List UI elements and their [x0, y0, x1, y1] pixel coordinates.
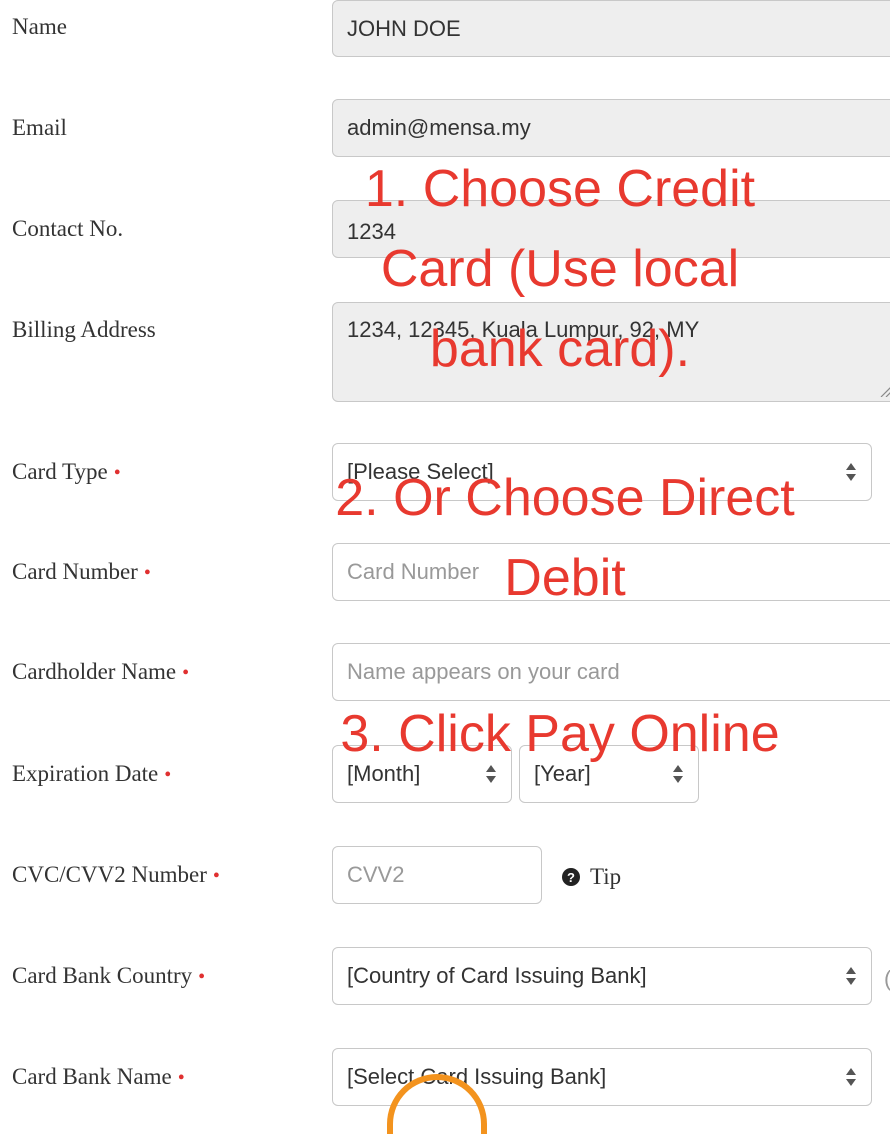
required-indicator: • [212, 865, 220, 887]
required-indicator: • [143, 562, 151, 584]
email-value: admin@mensa.my [347, 115, 531, 140]
bank-country-selected: [Country of Card Issuing Bank] [347, 963, 647, 988]
label-billing-address: Billing Address [12, 317, 156, 342]
select-arrows-icon [846, 1068, 856, 1086]
annotation-step2-line2: Debit [504, 549, 626, 607]
label-text: Cardholder Name [12, 659, 177, 684]
tip-label: Tip [590, 864, 622, 889]
required-indicator: • [113, 462, 121, 484]
required-indicator: • [164, 764, 172, 786]
cut-off-indicator: ( [884, 966, 890, 992]
label-email: Email [12, 115, 67, 140]
select-arrows-icon [486, 765, 496, 783]
label-text: CVC/CVV2 Number [12, 862, 207, 887]
label-name: Name [12, 14, 67, 39]
label-cardholder-name: Cardholder Name • [12, 659, 189, 685]
label-card-bank-country: Card Bank Country • [12, 963, 205, 989]
required-indicator: • [198, 966, 206, 988]
cardholder-name-input[interactable]: Name appears on your card [332, 643, 890, 701]
label-cvv: CVC/CVV2 Number • [12, 862, 220, 888]
card-bank-country-select[interactable]: [Country of Card Issuing Bank] [332, 947, 872, 1005]
cvv-placeholder: CVV2 [347, 862, 405, 887]
annotation-step1-line1: 1. Choose Credit [364, 160, 756, 218]
select-arrows-icon [846, 967, 856, 985]
annotation-step1-line3: bank card). [429, 320, 691, 378]
label-contact: Contact No. [12, 216, 124, 241]
cardholder-placeholder: Name appears on your card [347, 659, 620, 684]
label-text: Card Bank Country [12, 963, 193, 988]
required-indicator: • [182, 662, 190, 684]
email-field[interactable]: admin@mensa.my [332, 99, 890, 157]
name-field[interactable]: JOHN DOE [332, 0, 890, 57]
cvv-input[interactable]: CVV2 [332, 846, 542, 904]
label-card-type: Card Type • [12, 459, 121, 485]
select-arrows-icon [673, 765, 683, 783]
required-indicator: • [177, 1067, 185, 1089]
label-text: Card Number [12, 559, 138, 584]
annotation-step2-line1: 2. Or Choose Direct [335, 469, 795, 527]
label-expiration-date: Expiration Date • [12, 761, 171, 787]
name-value: JOHN DOE [347, 15, 461, 41]
label-text: Expiration Date [12, 761, 159, 786]
annotation-step3: 3. Click Pay Online [340, 705, 780, 763]
label-card-number: Card Number • [12, 559, 151, 585]
label-text: Card Type [12, 459, 108, 484]
label-card-bank-name: Card Bank Name • [12, 1064, 185, 1090]
annotation-step1-line2: Card (Use local [380, 240, 740, 298]
bank-name-selected: [Select Card Issuing Bank] [347, 1064, 607, 1089]
resize-handle-icon[interactable] [879, 385, 890, 397]
question-circle-icon: ? [562, 868, 580, 886]
cvv-tip[interactable]: ? Tip [562, 860, 621, 894]
label-text: Card Bank Name [12, 1064, 172, 1089]
